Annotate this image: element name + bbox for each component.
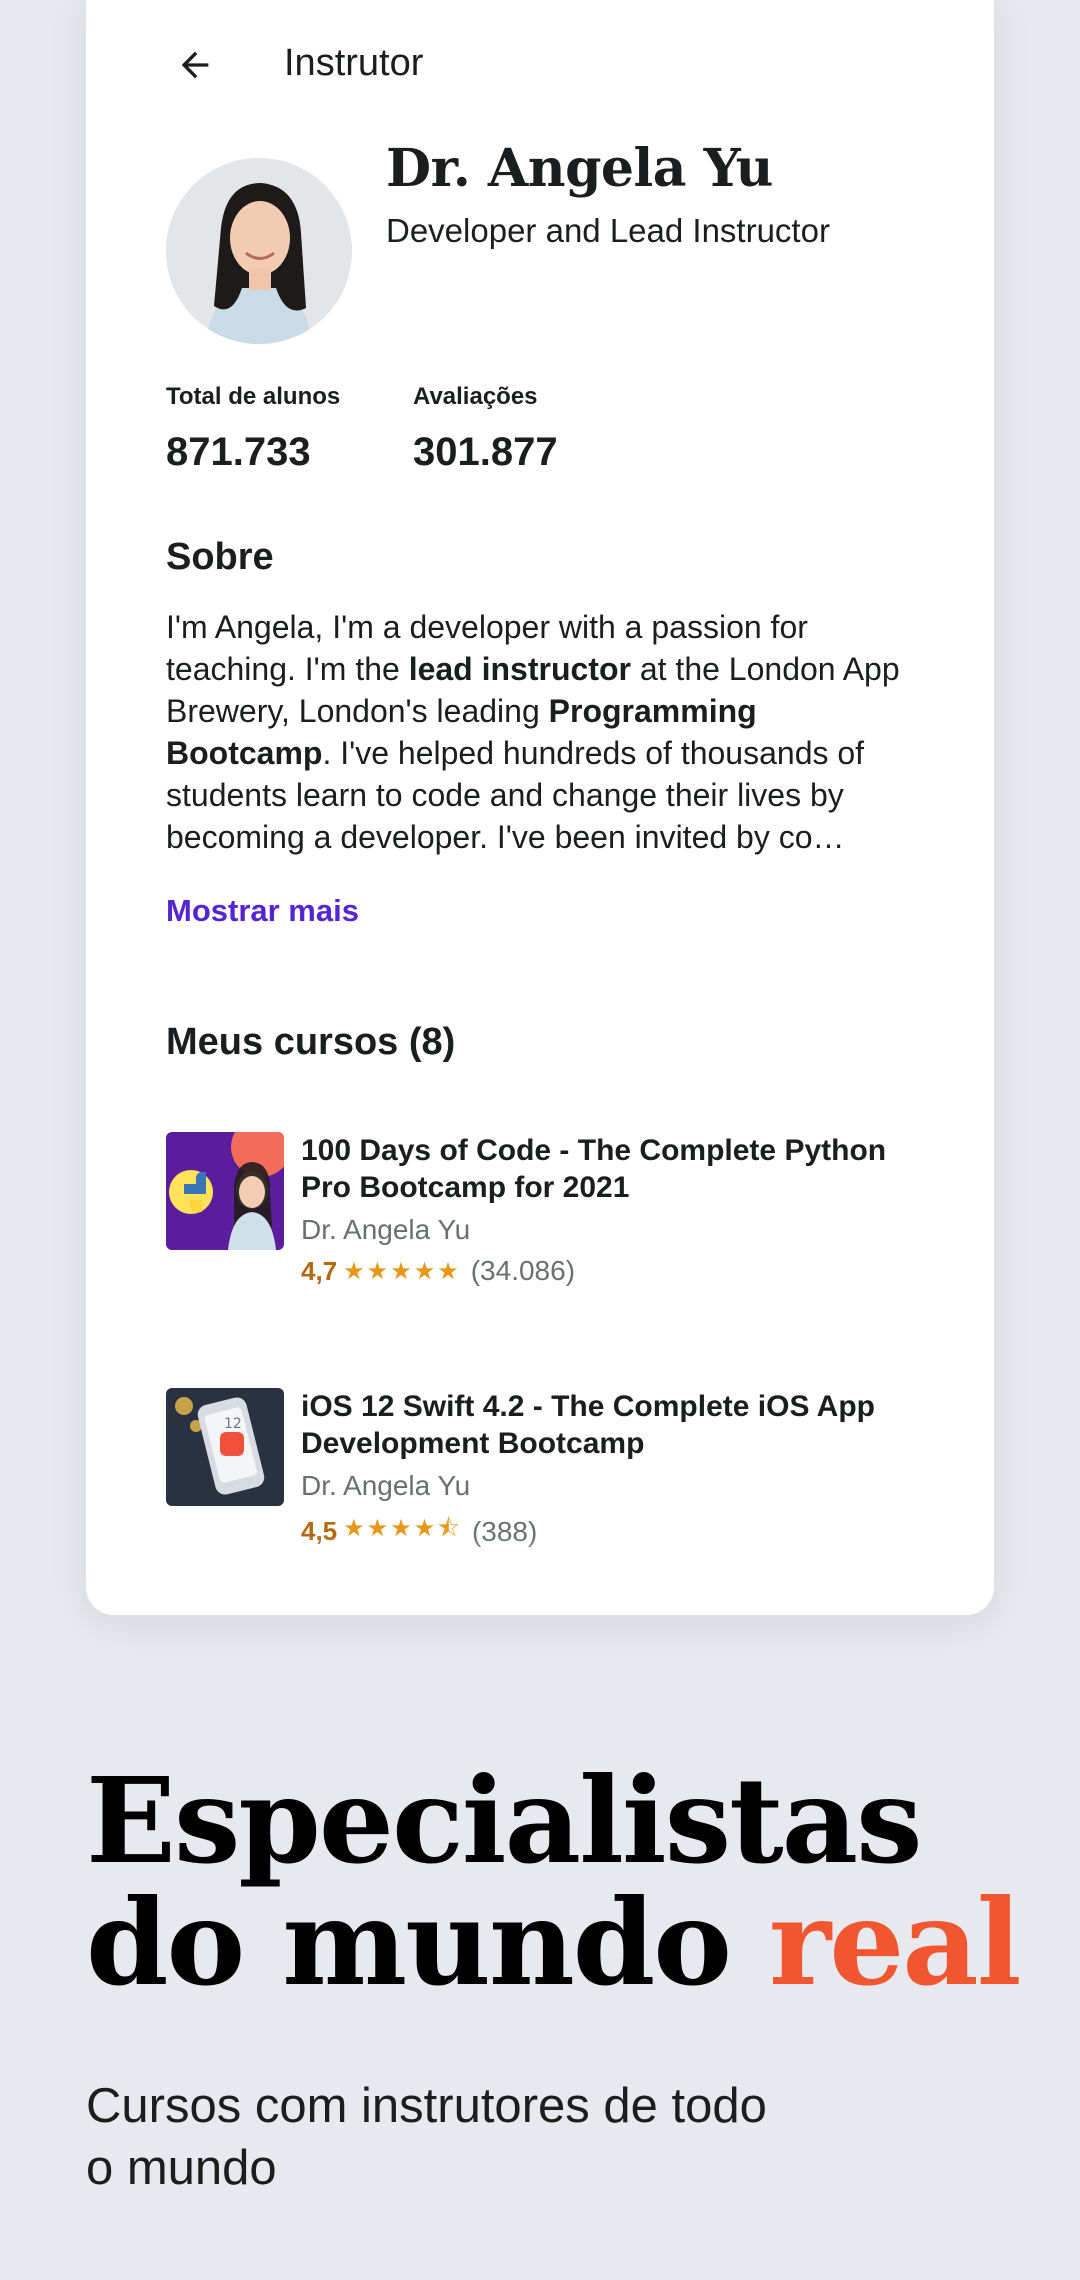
page-title: Instrutor bbox=[284, 42, 424, 84]
instructor-card: Instrutor Dr. Angela Yu Developer and Le… bbox=[86, 0, 994, 1615]
course-thumbnail bbox=[166, 1132, 284, 1250]
avatar bbox=[166, 158, 352, 344]
stat-value-students: 871.733 bbox=[166, 430, 311, 474]
stat-value-reviews: 301.877 bbox=[413, 430, 558, 474]
course-thumbnail: 12 bbox=[166, 1388, 284, 1506]
about-title: Sobre bbox=[166, 536, 274, 578]
hero-accent-word: real bbox=[769, 1873, 1022, 2012]
app-header: Instrutor bbox=[86, 0, 994, 130]
course-title: 100 Days of Code - The Complete Python P… bbox=[301, 1134, 887, 1204]
instructor-name: Dr. Angela Yu bbox=[386, 138, 773, 199]
course-title: iOS 12 Swift 4.2 - The Complete iOS App … bbox=[301, 1390, 875, 1460]
hero-subtitle: Cursos com instrutores de todo o mundo bbox=[86, 2079, 767, 2195]
course-author: Dr. Angela Yu bbox=[301, 1470, 471, 1501]
course-author: Dr. Angela Yu bbox=[301, 1214, 471, 1245]
show-more-link[interactable]: Mostrar mais bbox=[166, 893, 359, 929]
stat-label-reviews: Avaliações bbox=[413, 383, 538, 410]
course-item[interactable]: 100 Days of Code - The Complete Python P… bbox=[166, 1132, 946, 1292]
scroll-fade bbox=[86, 1535, 994, 1615]
arrow-left-icon bbox=[181, 51, 209, 79]
rating-value: 4,7 bbox=[301, 1255, 338, 1286]
about-text: I'm Angela, I'm a developer with a passi… bbox=[166, 609, 900, 855]
back-button[interactable] bbox=[168, 38, 222, 92]
rating-count: (34.086) bbox=[470, 1255, 576, 1286]
course-item[interactable]: 12 iOS 12 Swift 4.2 - The Complete iOS A… bbox=[166, 1388, 946, 1548]
star-rating-icon: ★★★★★ bbox=[343, 1257, 461, 1285]
courses-title: Meus cursos (8) bbox=[166, 1021, 456, 1063]
hero-line-1: Especialistas bbox=[86, 1751, 923, 1890]
course-rating: 4,7 ★★★★★ (34.086) bbox=[301, 1255, 575, 1287]
hero-line-2: do mundo real bbox=[86, 1873, 1022, 2012]
instructor-job-title: Developer and Lead Instructor bbox=[386, 212, 830, 249]
hero-headline: Especialistas do mundo real bbox=[86, 1751, 1022, 2012]
svg-text:12: 12 bbox=[224, 1416, 242, 1432]
stat-label-students: Total de alunos bbox=[166, 383, 341, 410]
